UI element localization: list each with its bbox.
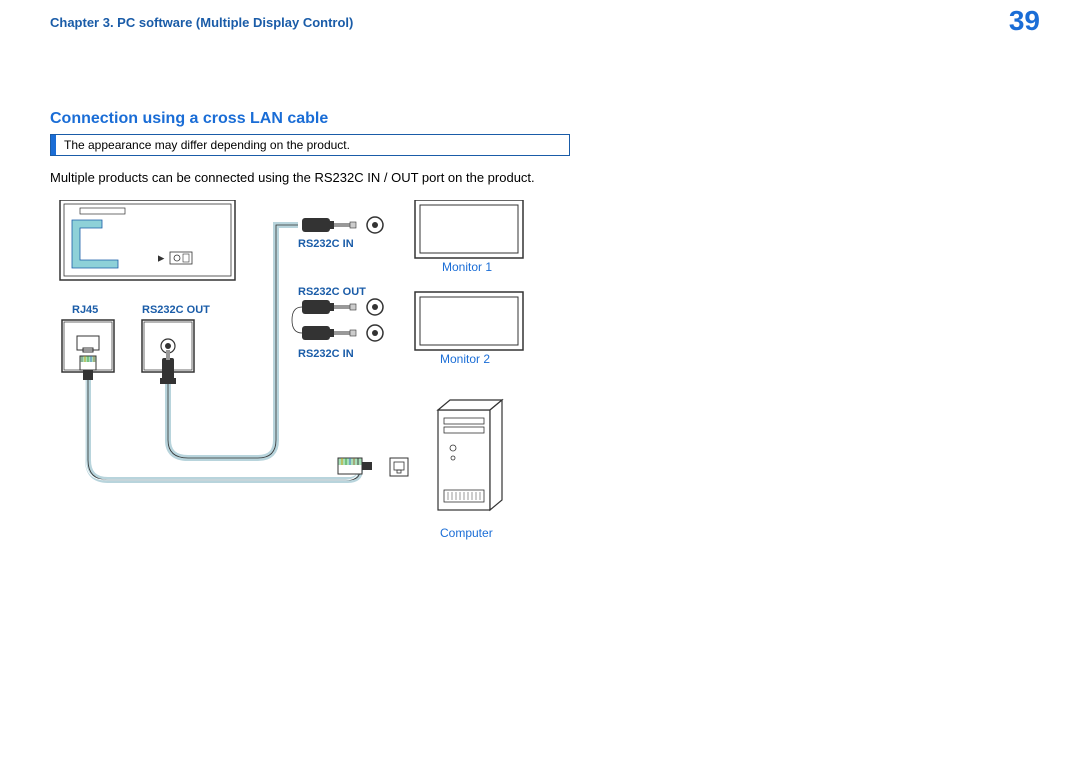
section-title: Connection using a cross LAN cable (50, 110, 328, 128)
label-monitor1: Monitor 1 (442, 260, 492, 274)
body-text: Multiple products can be connected using… (50, 170, 535, 185)
label-rs232c-in-bottom: RS232C IN (298, 348, 354, 360)
label-rs232c-out-left: RS232C OUT (142, 304, 210, 316)
notice-box: The appearance may differ depending on t… (50, 134, 570, 156)
notice-text: The appearance may differ depending on t… (56, 138, 350, 152)
label-rs232c-in-top: RS232C IN (298, 238, 354, 250)
label-monitor2: Monitor 2 (440, 352, 490, 366)
label-computer: Computer (440, 526, 493, 540)
label-rj45: RJ45 (72, 304, 98, 316)
page-number: 39 (1009, 5, 1040, 37)
chapter-title: Chapter 3. PC software (Multiple Display… (50, 15, 353, 30)
label-rs232c-out-mid: RS232C OUT (298, 286, 366, 298)
connection-diagram: RJ45 RS232C OUT RS232C IN RS232C OUT RS2… (50, 200, 570, 550)
